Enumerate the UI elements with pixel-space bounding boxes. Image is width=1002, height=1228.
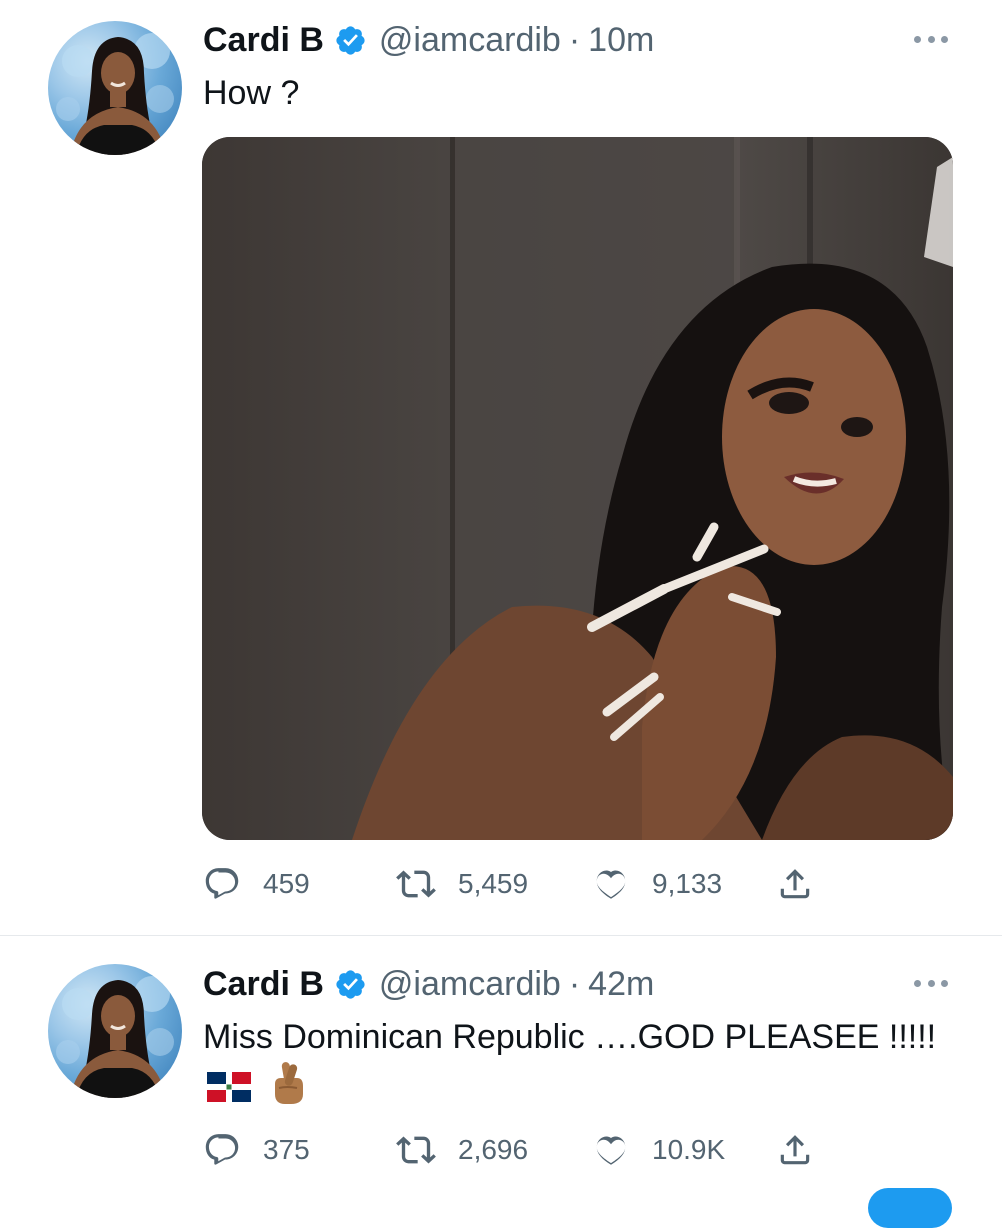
like-count: 10.9K [652, 1134, 726, 1165]
tweet[interactable]: Cardi B @iamcardib · 42m Miss Dominican … [0, 936, 1002, 1200]
reply-icon [205, 1134, 239, 1165]
reply-count: 459 [263, 868, 310, 899]
tweet-media-image[interactable] [202, 137, 953, 840]
timestamp[interactable]: 10m [588, 21, 654, 60]
crossed-fingers-emoji [269, 1060, 307, 1118]
verified-badge-icon [334, 24, 367, 57]
retweet-icon [396, 870, 436, 898]
tweet-text-block: Miss Dominican Republic ….GOD PLEASEE !!… [203, 1014, 943, 1118]
share-button[interactable] [776, 862, 814, 906]
author-name[interactable]: Cardi B [203, 965, 324, 1004]
author-name[interactable]: Cardi B [203, 21, 324, 60]
tweet-actions: 459 5,459 9,133 [203, 862, 843, 906]
avatar[interactable] [48, 21, 182, 155]
tweet-header: Cardi B @iamcardib · 10m [203, 20, 654, 60]
avatar[interactable] [48, 964, 182, 1098]
tweet[interactable]: Cardi B @iamcardib · 10m How ? 459 5,459… [0, 0, 1002, 936]
author-handle[interactable]: @iamcardib [379, 21, 561, 60]
tweet-header: Cardi B @iamcardib · 42m [203, 964, 654, 1004]
share-button[interactable] [776, 1128, 814, 1172]
reply-count: 375 [263, 1134, 310, 1165]
dominican-republic-flag-emoji [207, 1068, 251, 1114]
reply-button[interactable]: 375 [203, 1128, 310, 1172]
reply-button[interactable]: 459 [203, 862, 310, 906]
like-count: 9,133 [652, 868, 723, 899]
like-button[interactable]: 10.9K [592, 1128, 725, 1172]
share-icon [780, 1135, 810, 1165]
like-button[interactable]: 9,133 [592, 862, 722, 906]
verified-badge-icon [334, 968, 367, 1001]
tweet-text: Miss Dominican Republic ….GOD PLEASEE !!… [203, 1018, 937, 1056]
retweet-count: 2,696 [458, 1134, 529, 1165]
like-icon [596, 1136, 626, 1165]
retweet-button[interactable]: 2,696 [396, 1128, 528, 1172]
retweet-button[interactable]: 5,459 [396, 862, 528, 906]
separator-dot: · [568, 20, 581, 59]
reply-icon [205, 868, 239, 899]
retweet-count: 5,459 [458, 868, 529, 899]
retweet-icon [396, 1136, 436, 1164]
more-options-icon[interactable] [914, 36, 948, 46]
compose-tweet-button[interactable] [868, 1188, 952, 1228]
more-options-icon[interactable] [914, 980, 948, 990]
share-icon [780, 869, 810, 899]
like-icon [596, 870, 626, 899]
separator-dot: · [568, 964, 581, 1003]
tweet-text: How ? [203, 74, 300, 112]
tweet-actions: 375 2,696 10.9K [203, 1128, 843, 1172]
author-handle[interactable]: @iamcardib [379, 965, 561, 1004]
timestamp[interactable]: 42m [588, 965, 654, 1004]
